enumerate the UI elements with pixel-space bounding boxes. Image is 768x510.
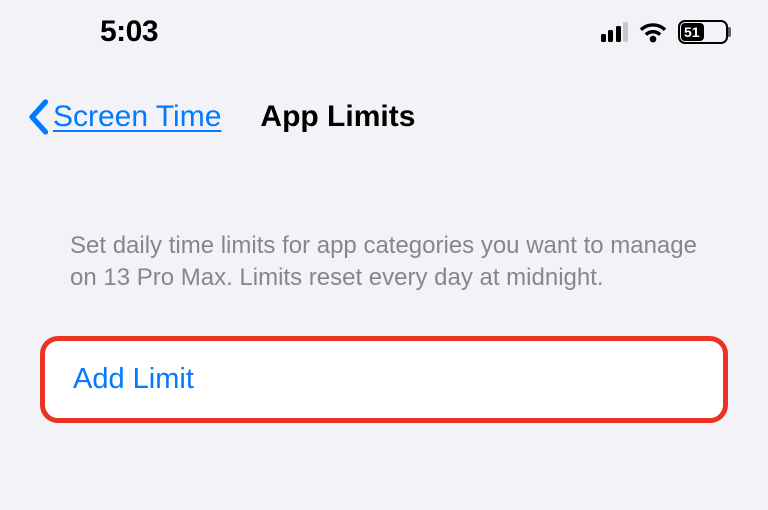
page-title: App Limits — [260, 100, 415, 134]
back-chevron-icon[interactable] — [25, 99, 51, 135]
cellular-signal-icon — [601, 22, 629, 42]
add-limit-label: Add Limit — [73, 363, 194, 395]
wifi-icon — [638, 21, 668, 43]
add-limit-button[interactable]: Add Limit — [40, 336, 728, 423]
status-bar: 5:03 51 — [0, 0, 768, 57]
description-text: Set daily time limits for app categories… — [0, 135, 768, 294]
battery-icon: 51 — [678, 20, 728, 44]
battery-level: 51 — [684, 24, 700, 40]
back-button[interactable]: Screen Time — [53, 100, 221, 134]
status-icons: 51 — [601, 20, 729, 44]
status-time: 5:03 — [100, 15, 158, 49]
nav-header: Screen Time App Limits — [0, 57, 768, 135]
